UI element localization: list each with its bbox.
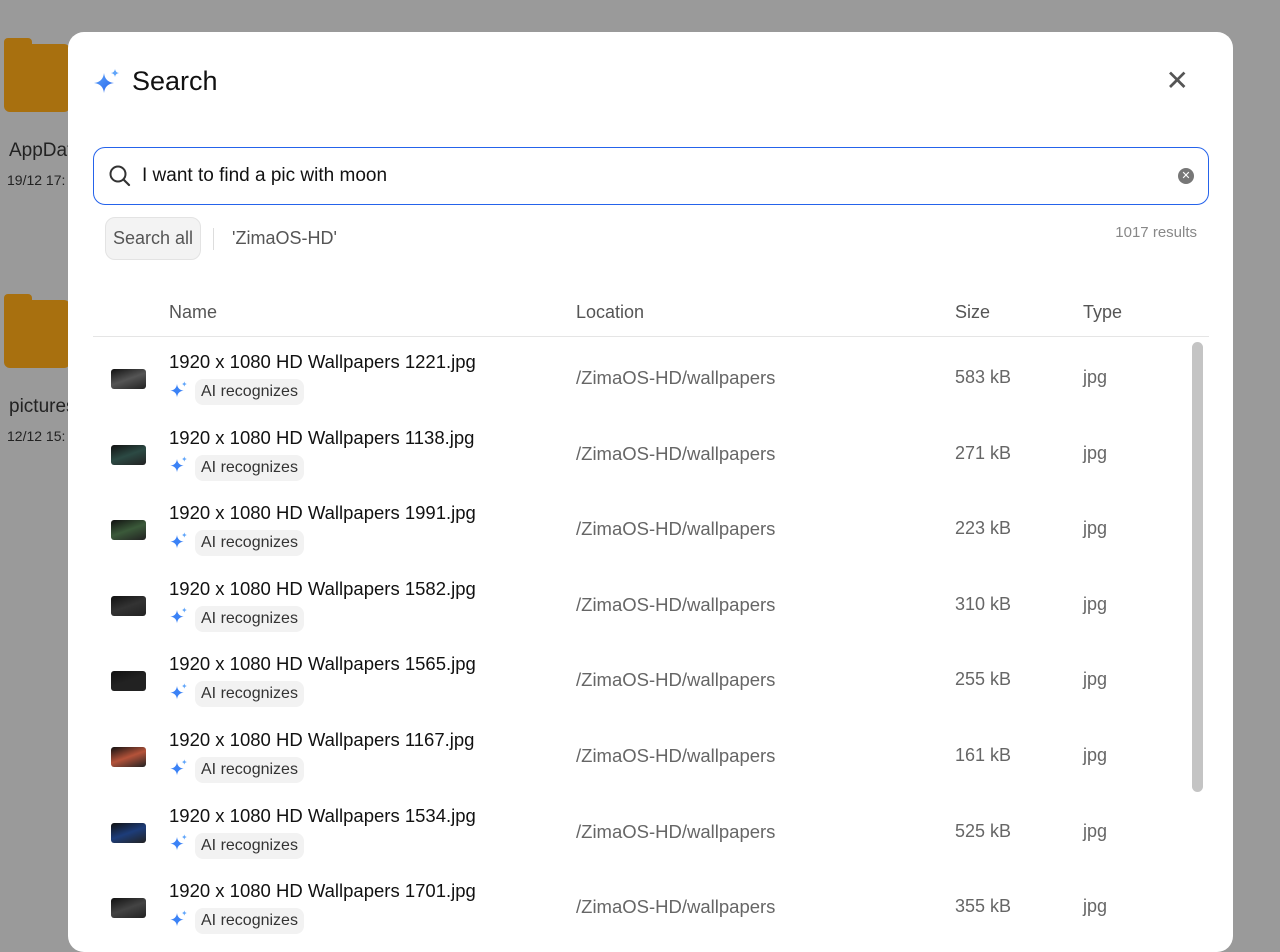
file-size: 355 kB bbox=[955, 896, 1012, 917]
table-row[interactable]: 1920 x 1080 HD Wallpapers 1582.jpg AI re… bbox=[93, 564, 1183, 639]
file-name: 1920 x 1080 HD Wallpapers 1167.jpg bbox=[169, 729, 475, 750]
sparkle-icon bbox=[169, 682, 189, 707]
column-name[interactable]: Name bbox=[169, 302, 217, 323]
thumbnail-image bbox=[111, 520, 146, 541]
table-row[interactable]: 1920 x 1080 HD Wallpapers 1534.jpg AI re… bbox=[93, 791, 1183, 866]
folder-icon bbox=[4, 38, 70, 112]
file-type: jpg bbox=[1083, 367, 1108, 387]
scrollbar[interactable] bbox=[1190, 340, 1206, 952]
thumbnail-image bbox=[111, 444, 146, 465]
sparkle-icon bbox=[169, 455, 189, 480]
folder-icon bbox=[4, 294, 70, 368]
table-row[interactable]: 1920 x 1080 HD Wallpapers 1701.jpg AI re… bbox=[93, 866, 1183, 941]
thumbnail-image bbox=[111, 595, 146, 616]
file-name: 1920 x 1080 HD Wallpapers 1221.jpg bbox=[169, 351, 476, 372]
sparkle-icon bbox=[169, 909, 189, 934]
ai-recognizes-tag: AI recognizes bbox=[169, 757, 304, 783]
thumbnail-image bbox=[111, 369, 146, 389]
file-location: /ZimaOS-HD/wallpapers bbox=[576, 669, 776, 691]
ai-recognizes-tag: AI recognizes bbox=[169, 681, 304, 708]
file-location: /ZimaOS-HD/wallpapers bbox=[576, 518, 776, 540]
file-name: 1920 x 1080 HD Wallpapers 1701.jpg bbox=[169, 880, 476, 902]
file-type: jpg bbox=[1083, 669, 1108, 690]
file-size: 255 kB bbox=[955, 669, 1012, 690]
file-location: /ZimaOS-HD/wallpapers bbox=[576, 745, 776, 766]
file-location: /ZimaOS-HD/wallpapers bbox=[576, 820, 776, 842]
file-name: 1920 x 1080 HD Wallpapers 1534.jpg bbox=[169, 804, 476, 826]
thumbnail-image bbox=[111, 671, 146, 692]
file-location: /ZimaOS-HD/wallpapers bbox=[576, 593, 776, 615]
search-scope-filters: Search all 'ZimaOS-HD' bbox=[105, 217, 337, 260]
file-location: /ZimaOS-HD/wallpapers bbox=[576, 367, 776, 388]
scope-zimaos-hd-button[interactable]: 'ZimaOS-HD' bbox=[232, 228, 337, 249]
file-type: jpg bbox=[1083, 745, 1108, 765]
thumbnail-image bbox=[111, 747, 146, 767]
search-dialog: Search ✕ ✕ Search all 'ZimaOS-HD' 1017 r… bbox=[68, 32, 1233, 952]
file-size: 525 kB bbox=[955, 820, 1012, 841]
ai-recognizes-tag: AI recognizes bbox=[169, 908, 304, 935]
file-size: 223 kB bbox=[955, 518, 1012, 539]
search-input[interactable] bbox=[142, 165, 1178, 187]
search-icon bbox=[109, 165, 131, 187]
column-size[interactable]: Size bbox=[955, 302, 990, 323]
thumbnail-image bbox=[111, 822, 146, 843]
file-location: /ZimaOS-HD/wallpapers bbox=[576, 896, 776, 918]
file-type: jpg bbox=[1083, 820, 1108, 841]
file-type: jpg bbox=[1083, 442, 1108, 463]
close-button[interactable]: ✕ bbox=[1166, 64, 1189, 97]
file-type: jpg bbox=[1083, 896, 1108, 917]
ai-recognizes-tag: AI recognizes bbox=[169, 832, 304, 859]
file-name: 1920 x 1080 HD Wallpapers 1991.jpg bbox=[169, 502, 476, 524]
file-size: 310 kB bbox=[955, 593, 1012, 614]
clear-search-icon[interactable]: ✕ bbox=[1178, 168, 1194, 184]
sparkle-icon bbox=[169, 531, 189, 556]
sparkle-icon bbox=[169, 758, 189, 783]
file-size: 583 kB bbox=[955, 367, 1012, 387]
dialog-title: Search bbox=[92, 66, 218, 97]
background-folder-appdata: AppData 19/12 17: bbox=[4, 38, 83, 188]
ai-recognizes-tag: AI recognizes bbox=[169, 454, 304, 481]
file-location: /ZimaOS-HD/wallpapers bbox=[576, 442, 776, 464]
column-location[interactable]: Location bbox=[576, 302, 644, 323]
results-count: 1017 results bbox=[1115, 224, 1197, 241]
scrollbar-thumb[interactable] bbox=[1192, 342, 1203, 792]
table-row[interactable]: 1920 x 1080 HD Wallpapers 1138.jpg AI re… bbox=[93, 413, 1183, 488]
search-field[interactable]: ✕ bbox=[93, 147, 1209, 205]
table-row[interactable]: 1920 x 1080 HD Wallpapers 1565.jpg AI re… bbox=[93, 639, 1183, 714]
background-folder-pictures: pictures 12/12 15: bbox=[4, 294, 76, 444]
thumbnail-image bbox=[111, 898, 146, 919]
column-type[interactable]: Type bbox=[1083, 302, 1122, 323]
file-size: 271 kB bbox=[955, 442, 1012, 463]
file-name: 1920 x 1080 HD Wallpapers 1565.jpg bbox=[169, 653, 476, 675]
file-size: 161 kB bbox=[955, 745, 1012, 765]
file-name: 1920 x 1080 HD Wallpapers 1138.jpg bbox=[169, 426, 475, 448]
file-type: jpg bbox=[1083, 518, 1108, 539]
sparkle-icon bbox=[169, 606, 189, 631]
ai-recognizes-tag: AI recognizes bbox=[169, 530, 304, 557]
table-row[interactable]: 1920 x 1080 HD Wallpapers 1991.jpg AI re… bbox=[93, 488, 1183, 563]
file-name: 1920 x 1080 HD Wallpapers 1582.jpg bbox=[169, 577, 476, 599]
sparkle-icon bbox=[169, 380, 189, 405]
file-type: jpg bbox=[1083, 593, 1108, 614]
sparkle-icon bbox=[169, 833, 189, 858]
table-header: Name Location Size Type bbox=[93, 294, 1209, 337]
divider bbox=[213, 227, 215, 250]
table-row[interactable]: 1920 x 1080 HD Wallpapers 1167.jpg AI re… bbox=[93, 715, 1183, 790]
search-all-button[interactable]: Search all bbox=[105, 217, 202, 260]
sparkle-icon bbox=[94, 68, 119, 93]
ai-recognizes-tag: AI recognizes bbox=[169, 379, 304, 405]
ai-recognizes-tag: AI recognizes bbox=[169, 605, 304, 632]
table-row[interactable]: 1920 x 1080 HD Wallpapers 1221.jpg AI re… bbox=[93, 337, 1183, 412]
